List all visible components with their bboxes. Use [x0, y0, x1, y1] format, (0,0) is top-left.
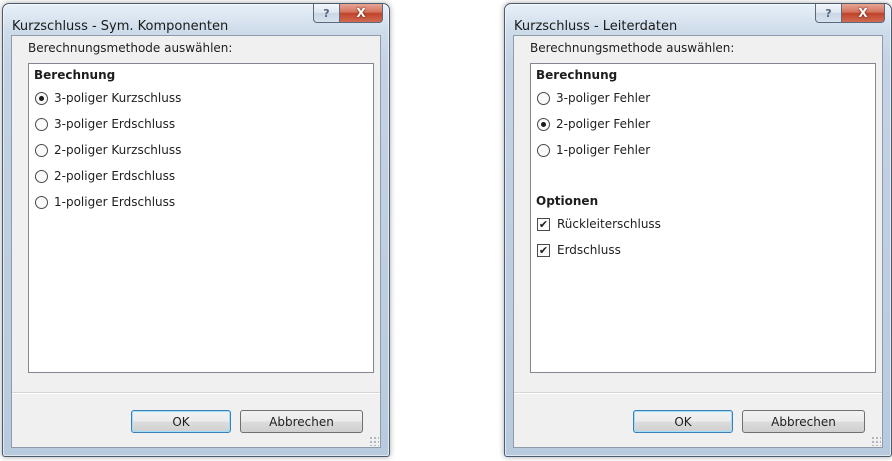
radio-2-poliger-erdschluss[interactable]: 2-poliger Erdschluss: [35, 168, 175, 184]
radio-3-poliger-fehler[interactable]: 3-poliger Fehler: [537, 90, 650, 106]
radio-1-poliger-erdschluss[interactable]: 1-poliger Erdschluss: [35, 194, 175, 210]
section-title-berechnung: Berechnung: [34, 68, 116, 82]
dialog-leiterdaten: Kurzschluss - Leiterdaten ? X Berechnung…: [504, 3, 892, 457]
prompt-label: Berechnungsmethode auswählen:: [530, 41, 735, 55]
radio-button-icon[interactable]: [35, 169, 48, 183]
checkbox-rueckleiterschluss[interactable]: ✔ Rückleiterschluss: [537, 216, 661, 232]
help-button[interactable]: ?: [815, 4, 842, 23]
radio-3-poliger-kurzschluss[interactable]: 3-poliger Kurzschluss: [35, 90, 181, 106]
radio-label: 2-poliger Erdschluss: [54, 169, 176, 183]
window-title: Kurzschluss - Leiterdaten: [514, 19, 678, 34]
radio-button-icon[interactable]: [35, 195, 48, 209]
checkbox-label: Rückleiterschluss: [557, 217, 661, 231]
radio-label: 2-poliger Fehler: [556, 117, 651, 131]
radio-label: 3-poliger Fehler: [556, 91, 651, 105]
close-button[interactable]: X: [340, 4, 383, 23]
footer-divider: [514, 392, 882, 394]
help-icon: ?: [825, 6, 832, 20]
close-icon: X: [858, 6, 868, 20]
radio-label: 1-poliger Erdschluss: [54, 195, 176, 209]
cancel-button[interactable]: Abbrechen: [240, 410, 363, 433]
checkbox-icon[interactable]: ✔: [537, 243, 550, 257]
radio-2-poliger-fehler[interactable]: 2-poliger Fehler: [537, 116, 650, 132]
checkbox-label: Erdschluss: [557, 243, 621, 257]
options-panel: Berechnung 3-poliger Kurzschluss 3-polig…: [28, 63, 374, 373]
ok-button[interactable]: OK: [131, 410, 231, 433]
help-button[interactable]: ?: [313, 4, 340, 23]
prompt-label: Berechnungsmethode auswählen:: [28, 41, 233, 55]
dialog-sym-komponenten: Kurzschluss - Sym. Komponenten ? X Berec…: [2, 3, 390, 457]
resize-grip-icon[interactable]: [369, 436, 379, 446]
radio-3-poliger-erdschluss[interactable]: 3-poliger Erdschluss: [35, 116, 175, 132]
radio-button-icon[interactable]: [537, 117, 550, 131]
checkbox-icon[interactable]: ✔: [537, 217, 550, 231]
cancel-button[interactable]: Abbrechen: [742, 410, 865, 433]
footer-divider: [12, 392, 380, 394]
options-panel: Berechnung 3-poliger Fehler 2-poliger Fe…: [530, 63, 876, 373]
radio-button-icon[interactable]: [35, 91, 48, 105]
window-controls: ? X: [815, 4, 885, 23]
radio-label: 2-poliger Kurzschluss: [54, 143, 182, 157]
resize-grip-icon[interactable]: [871, 436, 881, 446]
radio-1-poliger-fehler[interactable]: 1-poliger Fehler: [537, 142, 650, 158]
radio-label: 1-poliger Fehler: [556, 143, 651, 157]
radio-2-poliger-kurzschluss[interactable]: 2-poliger Kurzschluss: [35, 142, 181, 158]
radio-button-icon[interactable]: [35, 117, 48, 131]
window-title: Kurzschluss - Sym. Komponenten: [12, 19, 229, 34]
close-icon: X: [356, 6, 366, 20]
help-icon: ?: [323, 6, 330, 20]
radio-label: 3-poliger Kurzschluss: [54, 91, 182, 105]
radio-button-icon[interactable]: [35, 143, 48, 157]
radio-label: 3-poliger Erdschluss: [54, 117, 176, 131]
radio-button-icon[interactable]: [537, 143, 550, 157]
ok-button[interactable]: OK: [633, 410, 733, 433]
checkbox-erdschluss[interactable]: ✔ Erdschluss: [537, 242, 621, 258]
section-title-berechnung: Berechnung: [536, 68, 618, 82]
window-controls: ? X: [313, 4, 383, 23]
close-button[interactable]: X: [842, 4, 885, 23]
section-title-optionen: Optionen: [536, 194, 599, 208]
radio-button-icon[interactable]: [537, 91, 550, 105]
